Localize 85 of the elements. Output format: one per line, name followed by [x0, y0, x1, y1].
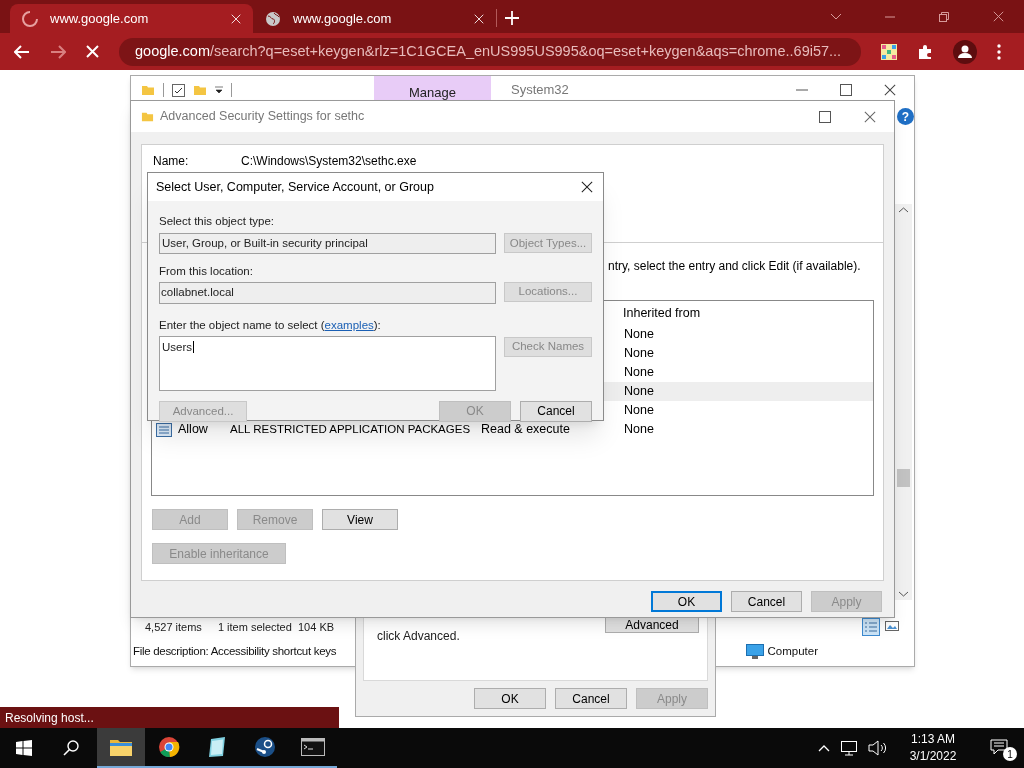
search-icon[interactable]	[63, 740, 79, 756]
folder-icon	[141, 83, 155, 97]
taskbar-app[interactable]	[97, 728, 145, 768]
help-button[interactable]: ?	[897, 108, 914, 125]
window-title: System32	[511, 81, 569, 100]
properties-icon[interactable]	[172, 83, 185, 97]
entry-principal: ALL RESTRICTED APPLICATION PACKAGES	[230, 422, 471, 435]
back-arrow-icon[interactable]	[14, 44, 30, 59]
dialog-button[interactable]: OK	[651, 591, 722, 612]
close-icon[interactable]	[884, 84, 896, 96]
field-value: Users	[162, 340, 195, 353]
field-label: Select this object type:	[159, 215, 275, 227]
file-description: File description: Accessibility shortcut keys	[133, 644, 337, 660]
restore-icon[interactable]	[939, 11, 949, 22]
folder-icon	[193, 83, 207, 97]
terminal-icon[interactable]	[301, 738, 325, 756]
globe-icon	[265, 10, 281, 27]
tab-title: www.google.com	[293, 9, 393, 28]
notifications-icon[interactable]	[990, 739, 1008, 755]
browser-tab[interactable]: www.google.com	[10, 4, 253, 33]
folder-icon	[141, 110, 154, 123]
field-label: From this location:	[159, 265, 253, 278]
scroll-up-icon[interactable]	[899, 207, 908, 213]
loading-spinner-icon	[22, 10, 38, 27]
menu-icon[interactable]	[997, 43, 1001, 60]
computer-icon	[745, 644, 764, 660]
maximize-icon[interactable]	[819, 110, 831, 123]
dialog-button[interactable]: OK	[474, 688, 546, 709]
entry-inherited-from: None	[624, 383, 654, 401]
item-count: 4,527 items	[145, 619, 202, 635]
dialog-button[interactable]: View	[322, 509, 398, 530]
forward-arrow-icon[interactable]	[50, 44, 66, 59]
name-value: C:\Windows\System32\sethc.exe	[241, 154, 417, 168]
browser-tab[interactable]: www.google.com	[253, 4, 496, 33]
window-title: Advanced Security Settings for sethc	[160, 108, 365, 126]
stop-icon[interactable]	[86, 45, 99, 58]
field-label: Enter the object name to select (examples):	[159, 318, 381, 331]
windows-logo-icon[interactable]	[16, 740, 32, 756]
notification-badge: 1	[1003, 747, 1017, 761]
chevron-down-icon[interactable]	[831, 13, 841, 20]
notepad-icon[interactable]	[206, 736, 228, 758]
steam-icon[interactable]	[254, 736, 276, 758]
extension-icon[interactable]	[881, 43, 897, 60]
location-text: Computer	[767, 644, 818, 660]
name-label: Name:	[153, 154, 190, 168]
location-field[interactable]: collabnet.local	[159, 281, 496, 304]
entry-type: Allow	[178, 421, 208, 439]
volume-icon[interactable]	[868, 740, 888, 756]
url-text: google.com/search?q=eset+keygen&rlz=1C1GCEA_enUS995US995&oq=eset+keygen&aqs=chrome..69i57...	[135, 41, 842, 61]
maximize-icon[interactable]	[840, 84, 852, 96]
dialog-button[interactable]: Cancel	[520, 400, 592, 422]
browser-icon[interactable]	[158, 736, 180, 758]
entry-inherited-from: None	[624, 421, 654, 439]
folder-icon[interactable]	[109, 737, 133, 757]
advanced-note: click Advanced.	[377, 628, 460, 645]
network-icon[interactable]	[840, 740, 858, 756]
clock-time[interactable]: 1:13 AM	[911, 731, 955, 748]
profile-icon[interactable]	[953, 39, 977, 64]
dropdown-icon[interactable]	[215, 86, 223, 94]
entry-inherited-from: None	[624, 364, 654, 382]
column-header[interactable]: Inherited from	[623, 303, 701, 323]
address-bar[interactable]: google.com/search?q=eset+keygen&rlz=1C1GCEA_enUS995US995&oq=eset+keygen&aqs=chrome..69i57...	[119, 37, 861, 66]
object-type-field[interactable]: User, Group, or Built-in security principal	[159, 233, 496, 255]
scroll-thumb[interactable]	[897, 469, 910, 487]
dialog-button[interactable]: Cancel	[731, 591, 802, 612]
examples-link[interactable]: examples	[324, 318, 374, 331]
details-view-icon[interactable]	[862, 618, 880, 636]
instruction-text: ntry, select the entry and click Edit (if available).	[608, 258, 861, 275]
status-bubble: Resolving host...	[0, 707, 339, 728]
new-tab-icon[interactable]	[505, 11, 519, 25]
thumbnail-view-icon[interactable]	[884, 618, 900, 634]
tab-title: www.google.com	[50, 9, 150, 28]
permission-row[interactable]: Allow ALL RESTRICTED APPLICATION PACKAGES Read & execute None	[152, 420, 873, 439]
dialog-title: Select User, Computer, Service Account, or Group	[156, 178, 434, 196]
entry-access: Read & execute	[481, 422, 570, 437]
dialog-button[interactable]: Cancel	[555, 688, 627, 709]
chevron-up-icon[interactable]	[818, 744, 830, 752]
close-icon[interactable]	[581, 181, 593, 193]
puzzle-icon[interactable]	[917, 43, 933, 60]
object-name-field[interactable]: Users	[159, 335, 496, 391]
selection-info: 1 item selected 104 KB	[217, 619, 335, 635]
user-group-icon	[156, 422, 172, 437]
scroll-down-icon[interactable]	[899, 591, 908, 597]
scrollbar[interactable]	[895, 204, 912, 600]
clock-date[interactable]: 3/1/2022	[909, 748, 957, 765]
